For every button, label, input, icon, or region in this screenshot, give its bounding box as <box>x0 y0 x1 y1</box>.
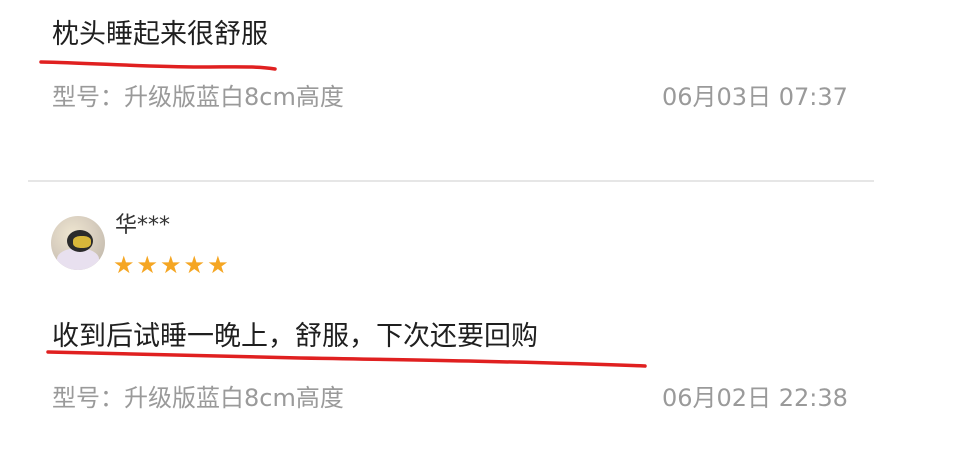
star-icon: ★ <box>113 251 135 279</box>
star-icon: ★ <box>136 251 159 279</box>
review-2-username: 华*** <box>115 213 171 238</box>
review-1-text: 枕头睡起来很舒服 <box>52 19 268 50</box>
red-underline-2 <box>46 350 647 368</box>
review-divider <box>28 180 874 182</box>
star-icon: ★ <box>207 251 229 279</box>
star-rating: ★ ★ ★ ★ ★ <box>113 253 229 277</box>
user-avatar[interactable] <box>51 216 105 270</box>
review-2-model: 型号：升级版蓝白8cm高度 <box>52 384 344 412</box>
red-underline-1 <box>39 60 277 71</box>
review-1-time: 06月03日 07:37 <box>662 83 848 111</box>
star-icon: ★ <box>183 251 206 279</box>
star-icon: ★ <box>160 251 182 279</box>
review-2-time: 06月02日 22:38 <box>662 384 848 412</box>
review-1-model: 型号：升级版蓝白8cm高度 <box>52 83 344 111</box>
review-2-text: 收到后试睡一晚上，舒服，下次还要回购 <box>52 321 538 352</box>
